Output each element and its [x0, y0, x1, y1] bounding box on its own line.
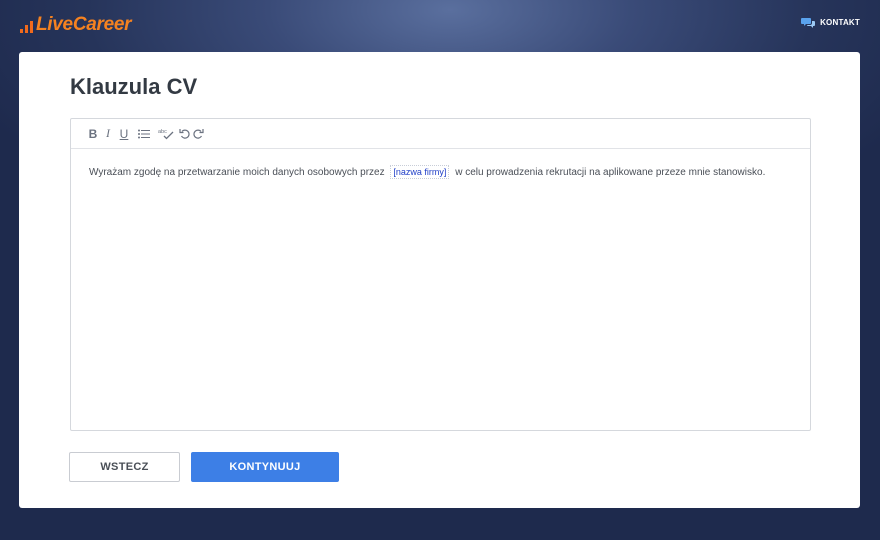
underline-button[interactable]: U: [115, 124, 133, 144]
bullet-list-button[interactable]: [133, 124, 155, 144]
company-name-placeholder[interactable]: [nazwa firmy]: [390, 165, 450, 179]
redo-icon: [192, 129, 204, 139]
top-bar: LiveCareer KONTAKT: [0, 0, 880, 52]
continue-button[interactable]: KONTYNUUJ: [191, 452, 339, 482]
page-title: Klauzula CV: [70, 74, 198, 99]
editor-content[interactable]: Wyrażam zgodę na przetwarzanie moich dan…: [71, 149, 810, 196]
logo-bars-icon: [20, 17, 34, 33]
rich-text-editor[interactable]: B I U abc Wyrażam zgodę na przetwarzanie…: [70, 118, 811, 431]
logo-text: LiveCareer: [36, 14, 132, 35]
undo-icon: [178, 129, 190, 139]
clause-text-end: w celu prowadzenia rekrutacji na aplikow…: [455, 167, 766, 178]
svg-text:abc: abc: [158, 129, 167, 135]
italic-button[interactable]: I: [101, 124, 115, 144]
back-button[interactable]: WSTECZ: [69, 452, 180, 482]
redo-button[interactable]: [191, 124, 205, 144]
main-card: Klauzula CV B I U abc Wyrażam zgodę na p…: [19, 52, 860, 508]
spellcheck-icon: abc: [158, 129, 174, 139]
clause-text-start: Wyrażam zgodę na przetwarzanie moich dan…: [89, 167, 385, 178]
spellcheck-button[interactable]: abc: [155, 124, 177, 144]
chat-bubbles-icon: [801, 18, 816, 28]
bold-button[interactable]: B: [85, 124, 101, 144]
bullet-list-icon: [138, 129, 150, 138]
contact-link[interactable]: KONTAKT: [801, 17, 860, 28]
editor-toolbar: B I U abc: [71, 119, 810, 149]
contact-label: KONTAKT: [820, 18, 860, 27]
livecareer-logo[interactable]: LiveCareer: [20, 12, 132, 38]
undo-button[interactable]: [177, 124, 191, 144]
